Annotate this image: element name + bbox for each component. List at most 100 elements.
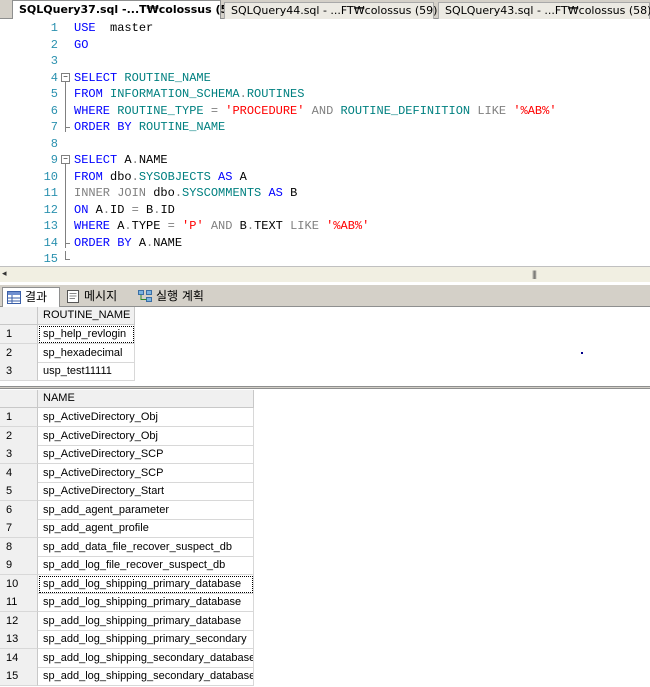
table-cell[interactable]: sp_add_log_file_recover_suspect_db	[38, 556, 254, 575]
row-number[interactable]: 8	[0, 537, 38, 557]
code-token: NAME	[153, 235, 183, 250]
row-number[interactable]: 11	[0, 593, 38, 612]
row-number[interactable]: 2	[0, 343, 38, 363]
row-number[interactable]: 1	[0, 325, 38, 344]
grid2-corner-header[interactable]	[0, 390, 38, 408]
code-token: FROM	[74, 169, 103, 184]
tab-sqlquery44[interactable]: SQLQuery44.sql - ...FT₩colossus (59))	[224, 2, 442, 19]
table-cell[interactable]: sp_add_log_shipping_primary_database	[38, 611, 254, 631]
row-number[interactable]: 1	[0, 408, 38, 427]
code-line[interactable]: 2 GO	[0, 37, 650, 53]
code-line[interactable]: 3	[0, 53, 650, 69]
table-cell[interactable]: sp_hexadecimal	[38, 343, 135, 363]
tab-messages[interactable]: 메시지	[62, 287, 132, 307]
table-cell[interactable]: usp_test11111	[38, 362, 135, 381]
code-token: FROM	[74, 87, 103, 101]
row-number[interactable]: 5	[0, 482, 38, 501]
table-cell[interactable]: sp_help_revlogin	[38, 325, 135, 344]
tab-sqlquery43[interactable]: SQLQuery43.sql - ...FT₩colossus (58))	[438, 2, 650, 19]
code-token: =	[210, 103, 219, 118]
grid2-column-header-name[interactable]: NAME	[38, 390, 254, 408]
table-cell[interactable]: sp_add_log_shipping_primary_secondary	[38, 630, 254, 649]
editor-horizontal-scrollbar[interactable]: ◂ |||	[0, 266, 650, 282]
code-line[interactable]: 5 FROM INFORMATION_SCHEMA.ROUTINES	[0, 86, 650, 102]
collapse-region-icon[interactable]: −	[61, 72, 70, 82]
row-number[interactable]: 9	[0, 556, 38, 575]
table-cell[interactable]: sp_ActiveDirectory_Start	[38, 482, 254, 501]
row-number[interactable]: 3	[0, 362, 38, 381]
tab-results[interactable]: 결과	[2, 287, 60, 307]
code-token: WHERE	[74, 219, 111, 233]
scroll-left-arrow-icon[interactable]: ◂	[2, 268, 7, 279]
row-number[interactable]: 6	[0, 500, 38, 520]
code-token: TEXT	[254, 219, 283, 233]
code-line[interactable]: 13 WHERE A.TYPE = 'P' AND B.TEXT LIKE '%A…	[0, 218, 650, 234]
table-cell[interactable]: sp_add_log_shipping_secondary_database	[38, 667, 254, 686]
table-cell[interactable]: sp_ActiveDirectory_Obj	[38, 408, 254, 427]
row-number[interactable]: 14	[0, 648, 38, 668]
row-number[interactable]: 2	[0, 426, 38, 446]
line-number: 5	[50, 87, 58, 101]
code-token: .	[131, 153, 139, 167]
line-number: 6	[50, 103, 58, 118]
grid1-corner-header[interactable]	[0, 307, 38, 325]
code-token: B	[290, 186, 298, 200]
table-cell[interactable]: sp_ActiveDirectory_SCP	[38, 445, 254, 464]
row-number[interactable]: 10	[0, 574, 38, 594]
code-token: ROUTINE_NAME	[138, 120, 226, 134]
row-number[interactable]: 15	[0, 667, 38, 686]
line-number: 4	[50, 70, 58, 85]
code-line[interactable]: 7 ORDER BY ROUTINE_NAME	[0, 119, 650, 135]
row-number[interactable]: 7	[0, 519, 38, 538]
grid1-column-header-routine-name[interactable]: ROUTINE_NAME	[38, 307, 135, 325]
row-number[interactable]: 13	[0, 630, 38, 649]
tab-sqlquery37[interactable]: SQLQuery37.sql -...T₩colossus (54))*	[12, 0, 252, 19]
table-cell[interactable]: sp_add_log_shipping_primary_database	[38, 593, 254, 612]
code-token: ID	[160, 202, 175, 217]
code-token: SELECT	[74, 70, 118, 85]
row-number[interactable]: 4	[0, 463, 38, 483]
table-cell[interactable]: sp_add_log_shipping_secondary_database	[38, 648, 254, 668]
code-line[interactable]: 6 WHERE ROUTINE_TYPE = 'PROCEDURE' AND RO…	[0, 103, 650, 119]
table-cell[interactable]: sp_ActiveDirectory_Obj	[38, 426, 254, 446]
code-line[interactable]: 12 ON A.ID = B.ID	[0, 202, 650, 218]
tab-execution-plan[interactable]: 실행 계획	[134, 287, 210, 307]
code-line[interactable]: 4− SELECT ROUTINE_NAME	[0, 70, 650, 86]
result-grid-routines[interactable]: ROUTINE_NAME 1 sp_help_revlogin 2 sp_hexade…	[0, 307, 650, 387]
code-token: INFORMATION_SCHEMA	[110, 87, 240, 101]
code-line[interactable]: 8	[0, 136, 650, 152]
code-line[interactable]: 10 FROM dbo.SYSOBJECTS AS A	[0, 169, 650, 185]
code-token: dbo	[153, 186, 175, 200]
row-number[interactable]: 12	[0, 611, 38, 631]
code-token: NAME	[138, 153, 168, 167]
code-token: .	[246, 219, 255, 233]
row-number[interactable]: 3	[0, 445, 38, 464]
table-cell[interactable]: sp_add_log_shipping_primary_database	[38, 574, 254, 594]
grid-splitter[interactable]	[0, 386, 650, 389]
code-line[interactable]: 14 ORDER BY A.NAME	[0, 235, 650, 251]
result-grid-names[interactable]: NAME 1 sp_ActiveDirectory_Obj 2 sp_ActiveDi…	[0, 390, 650, 687]
code-token: ROUTINE_DEFINITION	[340, 103, 471, 118]
table-cell[interactable]: sp_add_agent_parameter	[38, 500, 254, 520]
line-number: 3	[50, 54, 58, 68]
code-token: ORDER BY	[74, 235, 132, 250]
code-token: TYPE	[131, 219, 161, 233]
collapse-region-icon[interactable]: −	[61, 155, 70, 164]
query-editor[interactable]: 1 USE master 2 GO 3 4− SELECT ROUTINE_NAME 5 FRO…	[0, 19, 650, 266]
code-token: .	[124, 219, 132, 233]
line-number: 10	[43, 169, 58, 184]
table-cell[interactable]: sp_add_agent_profile	[38, 519, 254, 538]
code-line[interactable]: 9− SELECT A.NAME	[0, 152, 650, 168]
tab-execution-plan-label: 실행 계획	[156, 289, 204, 303]
code-line[interactable]: 11 INNER JOIN dbo.SYSCOMMENTS AS B	[0, 185, 650, 201]
scroll-thumb-grip[interactable]: |||	[532, 269, 537, 279]
code-line[interactable]: 15	[0, 251, 650, 267]
table-cell[interactable]: sp_ActiveDirectory_SCP	[38, 463, 254, 483]
table-cell[interactable]: sp_add_data_file_recover_suspect_db	[38, 537, 254, 557]
code-line[interactable]: 1 USE master	[0, 20, 650, 36]
